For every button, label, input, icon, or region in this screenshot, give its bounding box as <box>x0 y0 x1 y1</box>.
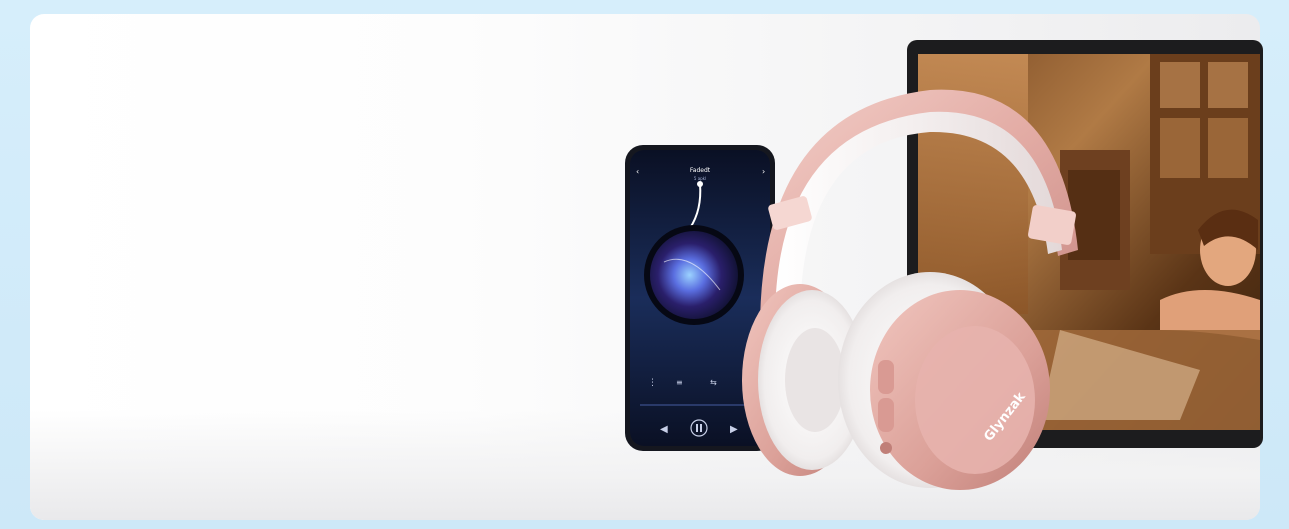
track-title: Fadedt <box>690 167 711 174</box>
product-illustration: Fadedt 5 apkl ‹ › ⋮ ≡ ⇆ ◀ ▶ Glynzak <box>625 40 1263 490</box>
menu-dots-icon[interactable]: ⋮ <box>648 378 657 388</box>
shuffle-icon[interactable]: ⇆ <box>710 378 717 387</box>
forward-icon[interactable]: › <box>762 167 765 176</box>
next-icon[interactable]: ▶ <box>730 424 738 435</box>
track-subtitle: 5 apkl <box>694 176 706 181</box>
back-icon[interactable]: ‹ <box>636 167 639 176</box>
eq-icon[interactable]: ≡ <box>676 378 683 387</box>
prev-icon[interactable]: ◀ <box>660 424 668 435</box>
album-art <box>650 231 738 319</box>
page-frame: Fadedt 5 apkl ‹ › ⋮ ≡ ⇆ ◀ ▶ Glynzak <box>0 0 1289 529</box>
